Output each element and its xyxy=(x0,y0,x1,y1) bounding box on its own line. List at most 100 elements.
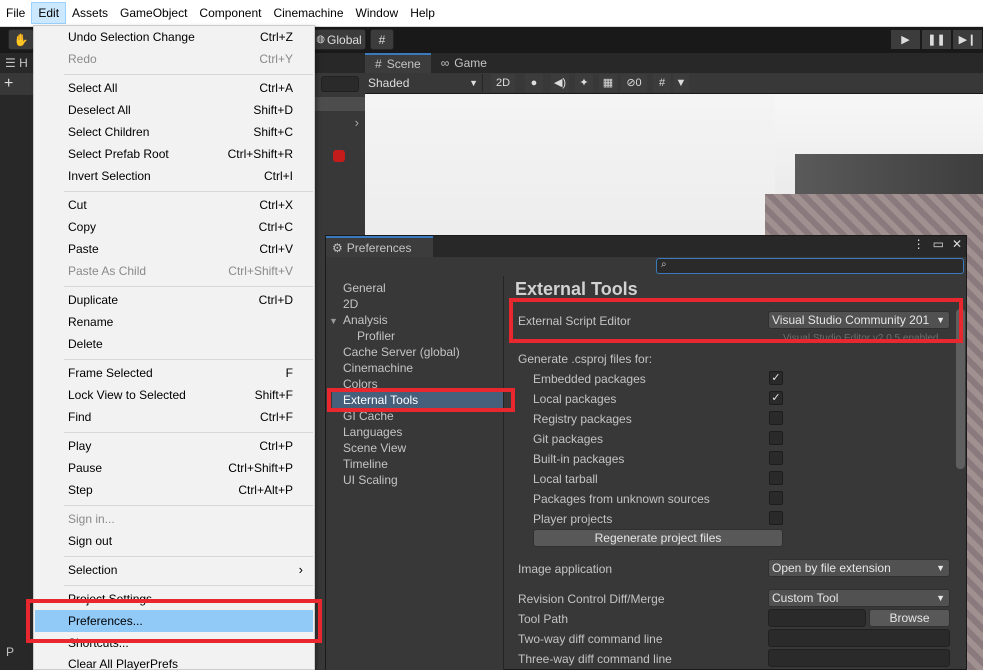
strip-search-input[interactable] xyxy=(321,76,359,92)
three-way-diff-input[interactable] xyxy=(768,649,950,667)
hand-tool-button[interactable]: ✋ xyxy=(8,29,34,50)
pause-button[interactable]: ❚❚ xyxy=(921,29,952,50)
menu-item-label: Rename xyxy=(68,315,114,329)
menu-item-paste-as-child[interactable]: Paste As Child Ctrl+Shift+V xyxy=(35,260,313,282)
menu-item-cut[interactable]: Cut Ctrl+X xyxy=(35,194,313,216)
menu-item-paste[interactable]: Paste Ctrl+V xyxy=(35,238,313,260)
menu-edit[interactable]: Edit xyxy=(31,2,67,24)
preferences-search-input[interactable]: ⌕ xyxy=(656,258,964,274)
git-packages-checkbox[interactable] xyxy=(769,431,783,445)
menu-item-delete[interactable]: Delete xyxy=(35,333,313,355)
unknown-sources-checkbox[interactable] xyxy=(769,491,783,505)
menu-item-invert-selection[interactable]: Invert Selection Ctrl+I xyxy=(35,165,313,187)
chevron-down-icon[interactable]: ▼ xyxy=(673,74,689,92)
play-controls: ▶ ❚❚ ▶❙ xyxy=(890,29,983,50)
audio-icon[interactable]: ◀) xyxy=(551,74,569,92)
2d-toggle[interactable]: 2D xyxy=(491,74,515,92)
tab-scene[interactable]: # Scene xyxy=(365,53,431,73)
menu-item-play[interactable]: Play Ctrl+P xyxy=(35,435,313,457)
revision-control-select[interactable]: Custom Tool ▼ xyxy=(768,589,950,607)
menu-item-copy[interactable]: Copy Ctrl+C xyxy=(35,216,313,238)
menu-item-deselect-all[interactable]: Deselect All Shift+D xyxy=(35,99,313,121)
close-icon[interactable]: ✕ xyxy=(952,237,962,251)
pivot-global-toggle[interactable]: ◍ Global xyxy=(312,29,366,50)
menu-item-selection[interactable]: Selection › xyxy=(35,559,313,581)
grid-visibility-icon[interactable]: # xyxy=(653,74,671,92)
menu-item-shortcut: Ctrl+I xyxy=(263,169,293,183)
local-packages-checkbox[interactable]: ✓ xyxy=(769,391,783,405)
menu-item-duplicate[interactable]: Duplicate Ctrl+D xyxy=(35,289,313,311)
regenerate-project-files-button[interactable]: Regenerate project files xyxy=(533,529,783,547)
chevron-right-icon[interactable]: › xyxy=(315,115,365,130)
step-button[interactable]: ▶❙ xyxy=(952,29,983,50)
menu-item-redo[interactable]: Redo Ctrl+Y xyxy=(35,48,313,70)
nav-profiler[interactable]: Profiler xyxy=(357,328,395,344)
menu-gameobject[interactable]: GameObject xyxy=(114,2,193,24)
nav-cache-server[interactable]: Cache Server (global) xyxy=(343,344,460,360)
menu-item-sign-out[interactable]: Sign out xyxy=(35,530,313,552)
nav-analysis[interactable]: Analysis xyxy=(343,312,388,328)
nav-cinemachine[interactable]: Cinemachine xyxy=(343,360,413,376)
grid-icon: # xyxy=(378,32,386,47)
gizmos-icon[interactable]: ▦ xyxy=(599,74,617,92)
highlight-script-editor xyxy=(509,298,963,343)
globe-icon: ◍ xyxy=(316,34,326,45)
menu-item-clear-playerprefs[interactable]: Clear All PlayerPrefs xyxy=(35,653,313,670)
menu-item-undo[interactable]: Undo Selection Change Ctrl+Z xyxy=(35,26,313,48)
menu-item-find[interactable]: Find Ctrl+F xyxy=(35,406,313,428)
preferences-title: Preferences xyxy=(346,240,412,255)
menu-item-step[interactable]: Step Ctrl+Alt+P xyxy=(35,479,313,501)
preferences-nav: General 2D ▼ Analysis Profiler Cache Ser… xyxy=(326,276,504,670)
tab-game[interactable]: ∞ Game xyxy=(431,53,497,73)
nav-general[interactable]: General xyxy=(343,280,386,296)
menu-item-sign-in[interactable]: Sign in... xyxy=(35,508,313,530)
package-label: Built-in packages xyxy=(533,452,625,466)
grid-snap-button[interactable]: # xyxy=(370,29,394,50)
menu-window[interactable]: Window xyxy=(350,2,405,24)
nav-2d[interactable]: 2D xyxy=(343,296,358,312)
strip-header-bar xyxy=(315,97,365,111)
shading-mode-dropdown[interactable]: Shaded ▼ xyxy=(365,74,483,92)
hierarchy-panel: ☰ H + P xyxy=(0,53,33,670)
hierarchy-tab[interactable]: ☰ H xyxy=(0,53,33,73)
menu-item-lock-view[interactable]: Lock View to Selected Shift+F xyxy=(35,384,313,406)
nav-languages[interactable]: Languages xyxy=(343,424,402,440)
player-projects-checkbox[interactable] xyxy=(769,511,783,525)
more-options-icon[interactable]: ⋮ xyxy=(913,237,925,251)
package-label: Player projects xyxy=(533,512,613,526)
builtin-packages-checkbox[interactable] xyxy=(769,451,783,465)
menu-item-shortcut: Ctrl+Alt+P xyxy=(238,483,293,497)
maximize-icon[interactable]: ▭ xyxy=(933,237,944,251)
effects-icon[interactable]: ✦ xyxy=(575,74,593,92)
lighting-icon[interactable]: ● xyxy=(525,74,543,92)
menu-assets[interactable]: Assets xyxy=(66,2,114,24)
menu-item-select-children[interactable]: Select Children Shift+C xyxy=(35,121,313,143)
registry-packages-checkbox[interactable] xyxy=(769,411,783,425)
two-way-diff-input[interactable] xyxy=(768,629,950,647)
strip-tab xyxy=(315,53,365,73)
add-icon[interactable]: + xyxy=(4,75,13,92)
foldout-arrow-icon[interactable]: ▼ xyxy=(329,316,338,326)
package-label: Local packages xyxy=(533,392,617,406)
preferences-tab[interactable]: ⚙ Preferences xyxy=(326,236,433,257)
project-tab[interactable]: P xyxy=(0,641,33,670)
menu-item-frame-selected[interactable]: Frame Selected F xyxy=(35,362,313,384)
menu-file[interactable]: File xyxy=(0,2,31,24)
nav-scene-view[interactable]: Scene View xyxy=(343,440,406,456)
embedded-packages-checkbox[interactable]: ✓ xyxy=(769,371,783,385)
menu-help[interactable]: Help xyxy=(404,2,441,24)
tool-path-input[interactable] xyxy=(768,609,866,627)
nav-ui-scaling[interactable]: UI Scaling xyxy=(343,472,398,488)
menu-cinemachine[interactable]: Cinemachine xyxy=(267,2,349,24)
browse-button[interactable]: Browse xyxy=(869,609,950,627)
menu-component[interactable]: Component xyxy=(193,2,267,24)
hidden-objects-toggle[interactable]: ⊘0 xyxy=(621,74,647,92)
menu-item-select-prefab-root[interactable]: Select Prefab Root Ctrl+Shift+R xyxy=(35,143,313,165)
play-button[interactable]: ▶ xyxy=(890,29,921,50)
menu-item-select-all[interactable]: Select All Ctrl+A xyxy=(35,77,313,99)
menu-item-pause[interactable]: Pause Ctrl+Shift+P xyxy=(35,457,313,479)
menu-item-rename[interactable]: Rename xyxy=(35,311,313,333)
local-tarball-checkbox[interactable] xyxy=(769,471,783,485)
image-app-select[interactable]: Open by file extension ▼ xyxy=(768,559,950,577)
nav-timeline[interactable]: Timeline xyxy=(343,456,388,472)
